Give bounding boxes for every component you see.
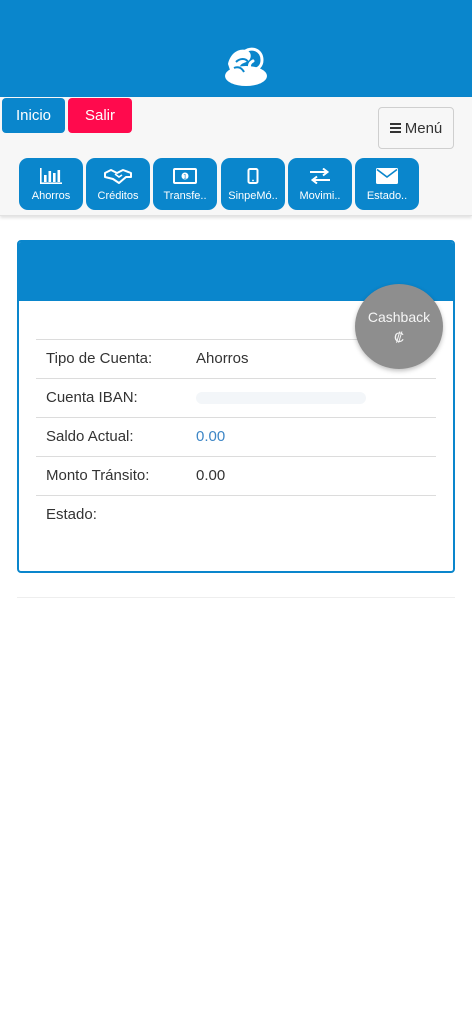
quick-estado-button[interactable]: Estado.. bbox=[355, 158, 419, 210]
envelope-icon bbox=[376, 168, 398, 184]
hands-logo-icon bbox=[225, 47, 267, 86]
handshake-icon bbox=[104, 169, 132, 184]
cashback-label: Cashback bbox=[367, 308, 431, 325]
cashback-fab-button[interactable]: Cashback ₡ bbox=[355, 284, 443, 369]
app-header bbox=[0, 0, 472, 97]
row-label: Estado: bbox=[46, 506, 97, 523]
row-label: Tipo de Cuenta: bbox=[46, 350, 153, 367]
quick-movimientos-button[interactable]: Movimi.. bbox=[288, 158, 352, 210]
account-row-saldo: Saldo Actual: 0.00 bbox=[36, 417, 436, 456]
quick-label: Transfe.. bbox=[163, 190, 207, 202]
quick-label: Ahorros bbox=[31, 190, 71, 202]
menu-button[interactable]: Menú bbox=[378, 107, 454, 149]
quick-creditos-button[interactable]: Créditos bbox=[86, 158, 150, 210]
quick-transferencias-button[interactable]: 1 Transfe.. bbox=[153, 158, 217, 210]
row-value: Ahorros bbox=[196, 350, 249, 367]
divider bbox=[17, 597, 455, 598]
quick-label: Movimi.. bbox=[299, 190, 341, 202]
money-icon: 1 bbox=[173, 168, 197, 184]
inicio-button[interactable]: Inicio bbox=[2, 98, 65, 133]
account-row-transito: Monto Tránsito: 0.00 bbox=[36, 456, 436, 495]
row-label: Cuenta IBAN: bbox=[46, 389, 138, 406]
salir-button[interactable]: Salir bbox=[68, 98, 132, 133]
svg-text:1: 1 bbox=[183, 174, 187, 181]
account-row-estado: Estado: bbox=[36, 495, 436, 534]
row-value: 0.00 bbox=[196, 467, 226, 484]
quick-label: Créditos bbox=[97, 190, 139, 202]
quick-label: Estado.. bbox=[366, 190, 408, 202]
quick-ahorros-button[interactable]: Ahorros bbox=[19, 158, 83, 210]
saldo-value-link[interactable]: 0.00 bbox=[196, 428, 225, 445]
hamburger-icon bbox=[389, 123, 401, 133]
arrows-exchange-icon bbox=[310, 168, 330, 184]
bar-chart-icon bbox=[40, 168, 62, 184]
colon-currency-icon: ₡ bbox=[393, 328, 405, 345]
account-row-iban: Cuenta IBAN: bbox=[36, 378, 436, 417]
row-label: Saldo Actual: bbox=[46, 428, 134, 445]
navbar: Inicio Salir Menú Ahorros Créditos 1 Tra… bbox=[0, 97, 472, 216]
mobile-icon bbox=[247, 168, 259, 184]
quick-label: SinpeMó.. bbox=[228, 190, 278, 202]
row-label: Monto Tránsito: bbox=[46, 467, 150, 484]
quick-sinpe-button[interactable]: SinpeMó.. bbox=[221, 158, 285, 210]
iban-value-redacted bbox=[196, 389, 366, 408]
menu-label: Menú bbox=[404, 119, 443, 137]
